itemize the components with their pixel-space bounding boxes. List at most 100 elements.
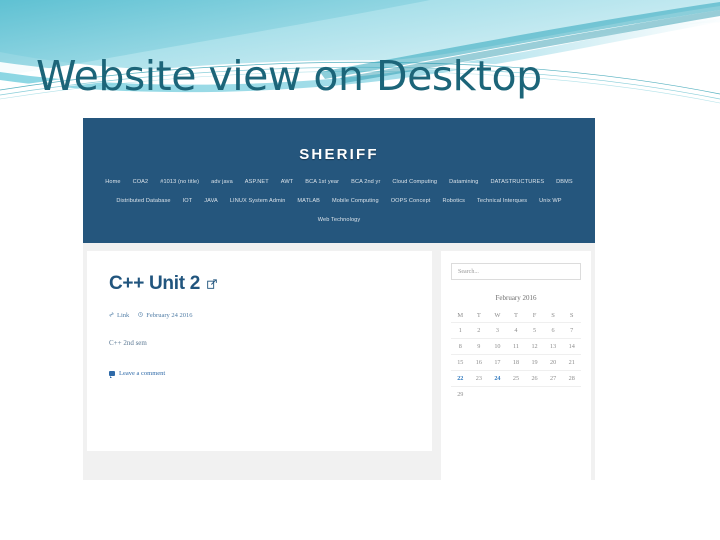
calendar-day-cell[interactable]: 6: [543, 322, 563, 339]
calendar-day-cell[interactable]: 2: [469, 322, 489, 339]
calendar-day-header: T: [513, 312, 518, 319]
nav-item[interactable]: DATASTRUCTURES: [484, 176, 550, 189]
calendar-empty-cell: [562, 386, 581, 402]
calendar-empty-cell: [506, 386, 526, 402]
nav-item[interactable]: Datamining: [443, 176, 484, 189]
calendar-day-cell[interactable]: 19: [525, 354, 544, 371]
nav-item[interactable]: Cloud Computing: [386, 176, 443, 189]
nav-item[interactable]: #1013 (no title): [154, 176, 205, 189]
post-title[interactable]: C++ Unit 2: [109, 273, 410, 295]
calendar-day-cell[interactable]: 16: [469, 354, 489, 371]
nav-row-3: Web Technology: [83, 214, 595, 227]
search-input[interactable]: Search...: [451, 263, 581, 280]
nav-row-1: Home COA2 #1013 (no title) adv java ASP.NET A…: [83, 176, 595, 189]
nav-item[interactable]: DBMS: [550, 176, 579, 189]
calendar-day-header: M: [457, 312, 464, 319]
post-date-label: February 24 2016: [146, 312, 193, 319]
calendar-day-cell[interactable]: 17: [488, 354, 507, 371]
calendar-week-row: 15 16 17 18 19 20 21: [451, 354, 581, 371]
calendar-day-cell[interactable]: 4: [506, 322, 526, 339]
post-body-text: C++ 2nd sem: [109, 339, 147, 347]
post-date-meta: February 24 2016: [138, 312, 193, 319]
calendar-empty-cell: [469, 386, 489, 402]
calendar-day-cell[interactable]: 29: [451, 386, 470, 402]
calendar-day-cell[interactable]: 9: [469, 338, 489, 355]
nav-item[interactable]: ASP.NET: [239, 176, 275, 189]
nav-item[interactable]: BCA 2nd yr: [345, 176, 386, 189]
nav-item[interactable]: Distributed Database: [110, 195, 176, 208]
link-icon: [109, 312, 114, 319]
nav-item[interactable]: LINUX System Admin: [224, 195, 292, 208]
site-body: C++ Unit 2 Link February 24 2016 C++ 2nd…: [83, 243, 595, 480]
leave-comment-link[interactable]: Leave a comment: [109, 370, 410, 378]
calendar-day-header: T: [476, 312, 481, 319]
calendar-day-cell[interactable]: 12: [525, 338, 544, 355]
calendar-day-cell[interactable]: 8: [451, 338, 470, 355]
leave-comment-label: Leave a comment: [119, 370, 166, 377]
post-meta: Link February 24 2016: [109, 312, 410, 319]
calendar-day-header: F: [532, 312, 537, 319]
calendar-day-cell[interactable]: 3: [488, 322, 507, 339]
calendar-day-cell[interactable]: 25: [506, 370, 526, 387]
nav-item[interactable]: BCA 1st year: [299, 176, 345, 189]
nav-row-2: Distributed Database IOT JAVA LINUX System …: [83, 195, 595, 208]
nav-item[interactable]: AWT: [275, 176, 300, 189]
nav-item[interactable]: OOPS Concept: [385, 195, 437, 208]
calendar-day-header: S: [551, 312, 555, 319]
calendar-day-cell[interactable]: 10: [488, 338, 507, 355]
calendar-week-row: 8 9 10 11 12 13 14: [451, 338, 581, 355]
nav-item[interactable]: JAVA: [198, 195, 224, 208]
presentation-slide: Website view on Desktop SHERIFF Home COA2…: [0, 0, 720, 540]
nav-item[interactable]: Home: [99, 176, 126, 189]
embedded-website-screenshot: SHERIFF Home COA2 #1013 (no title) adv java…: [83, 118, 595, 480]
calendar-day-cell[interactable]: 22: [451, 370, 470, 387]
calendar-day-cell[interactable]: 18: [506, 354, 526, 371]
calendar-day-cell[interactable]: 5: [525, 322, 544, 339]
calendar-day-cell[interactable]: 13: [543, 338, 563, 355]
nav-item[interactable]: Technical Interques: [471, 195, 533, 208]
calendar-day-cell[interactable]: 11: [506, 338, 526, 355]
calendar-body: 1 2 3 4 5 6 7 8 9 10 11 12 13 14 15 16 17 18 19 20 21 22 23 24 2…: [451, 322, 581, 402]
slide-title: Website view on Desktop: [36, 52, 542, 100]
nav-item[interactable]: COA2: [127, 176, 155, 189]
nav-item[interactable]: Robotics: [436, 195, 471, 208]
calendar-day-cell[interactable]: 28: [562, 370, 581, 387]
post-title-text: C++ Unit 2: [109, 273, 200, 294]
calendar-empty-cell: [525, 386, 544, 402]
external-link-icon[interactable]: [207, 273, 217, 295]
post-content-column: C++ Unit 2 Link February 24 2016 C++ 2nd…: [87, 251, 432, 451]
post-link-meta[interactable]: Link: [109, 312, 129, 319]
site-brand-title: SHERIFF: [299, 146, 379, 163]
calendar-day-cell[interactable]: 15: [451, 354, 470, 371]
sidebar-column: Search... February 2016 MTWTFSS 12345678…: [441, 251, 591, 480]
calendar-week-row: 29: [451, 386, 581, 402]
calendar-widget: February 2016 MTWTFSS 1 2 3 4 5 6 7 8 9 10 11 12 13 1…: [451, 294, 581, 402]
nav-item[interactable]: adv java: [205, 176, 239, 189]
calendar-day-cell[interactable]: 1: [451, 322, 470, 339]
calendar-week-row: 1234567: [451, 322, 581, 339]
nav-item[interactable]: MATLAB: [291, 195, 326, 208]
calendar-day-header: S: [569, 312, 574, 319]
calendar-day-header: W: [494, 312, 501, 319]
calendar-day-cell[interactable]: 21: [562, 354, 581, 371]
nav-item[interactable]: Mobile Computing: [326, 195, 385, 208]
post-link-label: Link: [117, 312, 130, 319]
nav-item[interactable]: Unix WP: [533, 195, 567, 208]
calendar-day-cell[interactable]: 23: [469, 370, 489, 387]
calendar-day-cell[interactable]: 26: [525, 370, 544, 387]
calendar-day-cell[interactable]: 24: [488, 370, 507, 387]
clock-icon: [138, 312, 144, 319]
nav-item[interactable]: IOT: [177, 195, 199, 208]
calendar-day-header-row: MTWTFSS: [451, 309, 581, 323]
calendar-caption: February 2016: [495, 294, 537, 302]
calendar-day-cell[interactable]: 20: [543, 354, 563, 371]
calendar-day-cell[interactable]: 7: [562, 322, 581, 339]
nav-item[interactable]: Web Technology: [312, 214, 367, 227]
calendar-week-row: 22 23 24 25 26 27 28: [451, 370, 581, 387]
site-header: SHERIFF Home COA2 #1013 (no title) adv java…: [83, 118, 595, 243]
calendar-day-cell[interactable]: 27: [543, 370, 563, 387]
calendar-empty-cell: [543, 386, 563, 402]
calendar-empty-cell: [488, 386, 507, 402]
calendar-day-cell[interactable]: 14: [562, 338, 581, 355]
comment-bubble-icon: [109, 371, 115, 378]
